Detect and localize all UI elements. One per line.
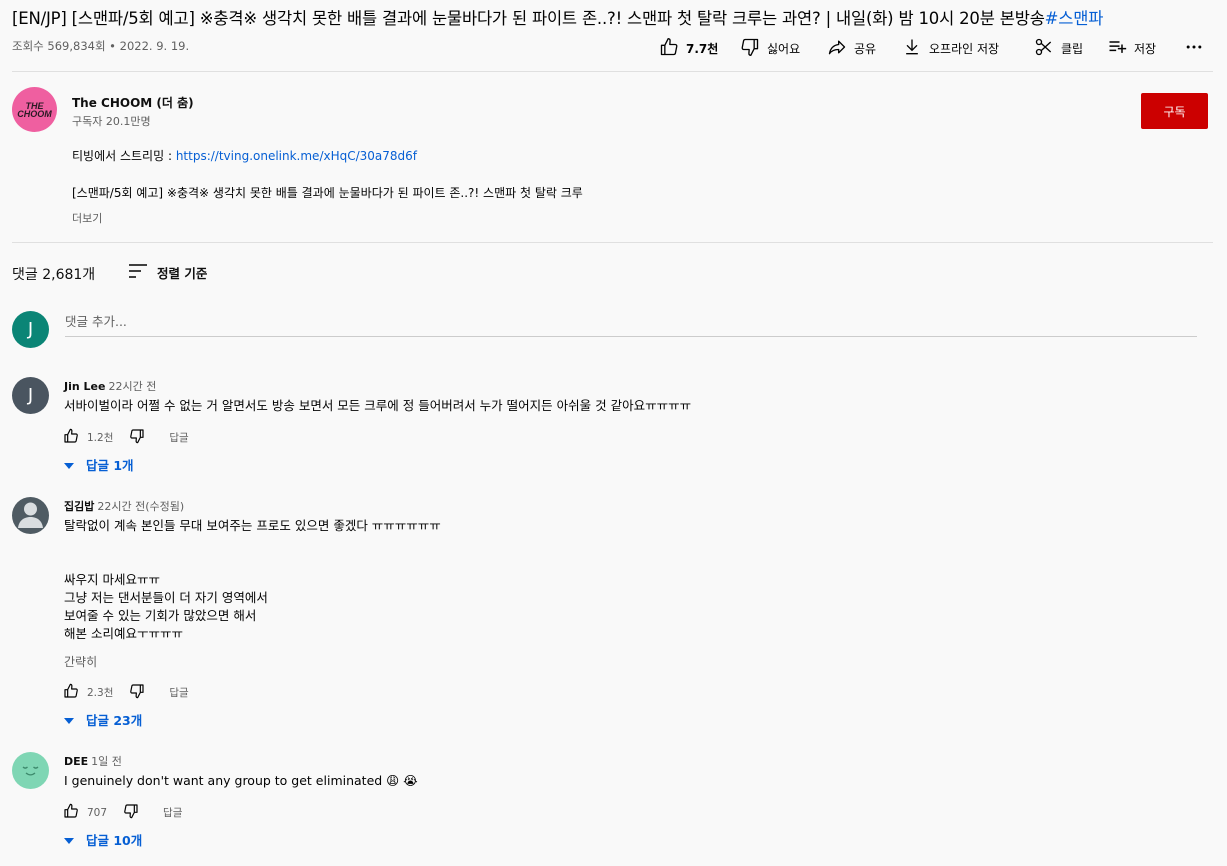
comment-line: 탈락없이 계속 본인들 무대 보여주는 프로도 있으면 좋겠다 ㅠㅠㅠㅠㅠㅠ (64, 518, 441, 533)
comment-toolbar: 2.3천 답글 (63, 683, 189, 702)
sort-icon (129, 264, 147, 281)
more-horizontal-icon (1184, 37, 1204, 60)
replies-label: 답글 10개 (86, 833, 143, 848)
comment-like-count: 707 (87, 806, 108, 819)
view-replies-button[interactable]: 답글 10개 (64, 830, 142, 849)
thumbs-up-icon (63, 683, 79, 702)
divider (12, 71, 1213, 72)
comment-line (64, 553, 441, 571)
comment-text: 서바이벌이라 어쩔 수 없는 거 알면서도 방송 보면서 모든 크루에 정 들어… (64, 398, 692, 413)
caret-down-icon (64, 832, 74, 847)
thumbs-down-icon (129, 428, 145, 447)
comment-header: DEE 1일 전 (64, 753, 122, 769)
view-replies-button[interactable]: 답글 23개 (64, 710, 142, 729)
save-button[interactable]: 저장 (1107, 37, 1156, 60)
description-prefix: 티빙에서 스트리밍 : (72, 149, 176, 163)
default-user-icon (12, 497, 49, 534)
comment-author[interactable]: DEE (64, 755, 88, 768)
comment-like-count: 1.2천 (87, 432, 114, 444)
sort-button[interactable]: 정렬 기준 (129, 263, 207, 282)
my-avatar: J (12, 311, 49, 348)
scissors-icon (1034, 37, 1054, 60)
show-more-button[interactable]: 더보기 (72, 210, 102, 226)
comment-like-button[interactable] (63, 803, 79, 822)
divider (12, 242, 1213, 243)
playlist-add-icon (1107, 37, 1127, 60)
reply-button[interactable]: 답글 (169, 685, 188, 700)
thumbs-down-icon (129, 683, 145, 702)
comment-toolbar: 1.2천 답글 (63, 428, 189, 447)
reply-button[interactable]: 답글 (169, 430, 188, 445)
comment-author[interactable]: Jin Lee (64, 380, 105, 393)
comment-time[interactable]: 1일 전 (91, 755, 122, 768)
comment-dislike-button[interactable] (129, 683, 145, 702)
tving-link[interactable]: https://tving.onelink.me/xHqC/30a78d6f (176, 149, 417, 163)
thumbs-up-icon (659, 37, 679, 60)
comment-dislike-button[interactable] (129, 428, 145, 447)
description-line-2: [스맨파/5회 예고] ※충격※ 생각치 못한 배틀 결과에 눈물바다가 된 파… (72, 186, 583, 200)
channel-name[interactable]: The CHOOM (더 춤) (72, 94, 194, 111)
show-less-button[interactable]: 간략히 (64, 653, 97, 670)
comment-like-button[interactable] (63, 683, 79, 702)
channel-logo-text: THE CHOOM (17, 100, 52, 119)
thumbs-down-icon (740, 37, 760, 60)
comment-text: 탈락없이 계속 본인들 무대 보여주는 프로도 있으면 좋겠다 ㅠㅠㅠㅠㅠㅠ 싸… (64, 517, 441, 643)
comment-header: Jin Lee 22시간 전 (64, 378, 156, 394)
thumbs-down-icon (123, 803, 139, 822)
like-count: 7.7천 (686, 42, 719, 56)
comment-header: 집김밥 22시간 전(수정됨) (64, 498, 184, 514)
comment-toolbar: 707 답글 (63, 803, 182, 822)
comment-dislike-button[interactable] (123, 803, 139, 822)
comment-like-count: 2.3천 (87, 687, 114, 699)
share-label: 공유 (854, 42, 877, 56)
subscriber-count: 구독자 20.1만명 (72, 115, 151, 128)
thumbs-up-icon (63, 803, 79, 822)
thumbs-up-icon (63, 428, 79, 447)
replies-label: 답글 1개 (86, 458, 134, 473)
comment-time[interactable]: 22시간 전(수정됨) (97, 500, 184, 513)
share-arrow-icon (827, 37, 847, 60)
caret-down-icon (64, 457, 74, 472)
comment-line: 싸우지 마세요ㅠㅠ (64, 572, 160, 587)
comment-avatar[interactable]: J (12, 377, 49, 414)
comment-avatar[interactable] (12, 752, 49, 789)
video-title: [EN/JP] [스맨파/5회 예고] ※충격※ 생각치 못한 배틀 결과에 눈… (12, 5, 1103, 29)
comment-line: 보여줄 수 있는 기회가 많았으면 해서 (64, 608, 257, 623)
caret-down-icon (64, 712, 74, 727)
smiley-face-icon (12, 752, 49, 789)
dislike-button[interactable]: 싫어요 (740, 37, 800, 60)
description-line-1: 티빙에서 스트리밍 : https://tving.onelink.me/xHq… (72, 147, 417, 164)
comment-line: 그냥 저는 댄서분들이 더 자기 영역에서 (64, 590, 268, 605)
channel-avatar[interactable]: THE CHOOM (12, 87, 57, 132)
download-icon (902, 37, 922, 60)
share-button[interactable]: 공유 (827, 37, 876, 60)
comment-author[interactable]: 집김밥 (64, 500, 94, 513)
video-meta: 조회수 569,834회 • 2022. 9. 19. (12, 39, 190, 53)
comment-like-button[interactable] (63, 428, 79, 447)
save-label: 저장 (1134, 42, 1157, 56)
comment-count: 댓글 2,681개 (12, 267, 96, 283)
reply-button[interactable]: 답글 (163, 805, 182, 820)
comment-time[interactable]: 22시간 전 (108, 380, 156, 393)
dislike-label: 싫어요 (767, 42, 801, 56)
comment-avatar[interactable] (12, 497, 49, 534)
comment-line: 해본 소리예요ㅜㅠㅠㅠ (64, 626, 183, 641)
sort-label: 정렬 기준 (157, 266, 208, 281)
like-button[interactable]: 7.7천 (659, 37, 718, 60)
replies-label: 답글 23개 (86, 713, 143, 728)
offline-save-button[interactable]: 오프라인 저장 (902, 37, 999, 60)
video-title-text: [EN/JP] [스맨파/5회 예고] ※충격※ 생각치 못한 배틀 결과에 눈… (12, 9, 1045, 28)
comment-text: I genuinely don't want any group to get … (64, 773, 418, 788)
subscribe-button[interactable]: 구독 (1141, 93, 1208, 129)
title-hashtag-link[interactable]: #스맨파 (1045, 9, 1104, 28)
more-actions-button[interactable] (1184, 37, 1204, 60)
offline-save-label: 오프라인 저장 (929, 42, 1000, 56)
clip-label: 클립 (1061, 42, 1084, 56)
view-replies-button[interactable]: 답글 1개 (64, 455, 134, 474)
clip-button[interactable]: 클립 (1034, 37, 1083, 60)
comment-line (64, 535, 441, 553)
add-comment-input[interactable]: 댓글 추가... (65, 311, 1197, 337)
